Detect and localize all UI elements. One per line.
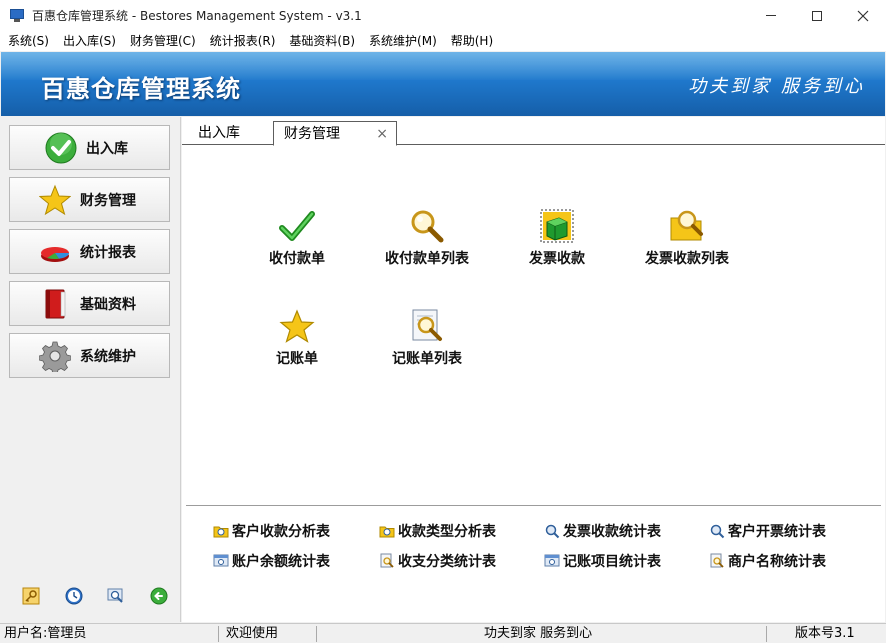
pie-chart-icon	[38, 235, 72, 269]
tab-close-icon[interactable]: ×	[376, 122, 388, 146]
menu-basic-data[interactable]: 基础资料(B)	[282, 31, 362, 51]
status-bar: 用户名:管理员 欢迎使用 功夫到家 服务到心 版本号3.1	[0, 623, 886, 643]
tab-finance[interactable]: 财务管理 ×	[273, 121, 397, 146]
tab-finance-label: 财务管理	[284, 126, 340, 142]
menu-help[interactable]: 帮助(H)	[444, 31, 500, 51]
report-customer-receipt-analysis[interactable]: 客户收款分析表	[213, 521, 330, 541]
feature-label: 记账单	[276, 351, 318, 367]
window-title: 百惠仓库管理系统 - Bestores Management System - …	[32, 9, 362, 23]
key-icon[interactable]	[22, 587, 40, 605]
menu-finance[interactable]: 财务管理(C)	[123, 31, 203, 51]
report-account-balance-stats[interactable]: 账户余额统计表	[213, 551, 330, 571]
sidebar-item-basic-data[interactable]: 基础资料	[9, 281, 170, 326]
banner-slogan: 功夫到家 服务到心	[688, 76, 865, 97]
sidebar-item-label: 出入库	[86, 140, 128, 157]
sidebar-item-finance[interactable]: 财务管理	[9, 177, 170, 222]
feature-receipt-payment-list[interactable]: 收付款单列表	[372, 206, 482, 268]
green-cube-icon	[537, 206, 577, 246]
red-book-icon	[38, 287, 72, 321]
star-icon	[277, 306, 317, 346]
menu-reports[interactable]: 统计报表(R)	[203, 31, 283, 51]
feature-label: 记账单列表	[392, 351, 462, 367]
menu-system[interactable]: 系统(S)	[0, 31, 56, 51]
feature-journal-list[interactable]: 记账单列表	[372, 306, 482, 368]
window-search-icon	[213, 553, 229, 569]
menu-bar: 系统(S) 出入库(S) 财务管理(C) 统计报表(R) 基础资料(B) 系统维…	[0, 31, 886, 51]
report-customer-invoicing-stats[interactable]: 客户开票统计表	[709, 521, 826, 541]
document-search-icon	[407, 306, 447, 346]
report-journal-item-stats[interactable]: 记账项目统计表	[544, 551, 661, 571]
folder-search-icon	[379, 523, 395, 539]
sidebar-item-reports[interactable]: 统计报表	[9, 229, 170, 274]
tab-inout[interactable]: 出入库	[198, 121, 240, 146]
star-icon	[38, 183, 72, 217]
sidebar-item-label: 统计报表	[80, 244, 136, 261]
document-search-icon	[379, 553, 395, 569]
sidebar-item-inout[interactable]: 出入库	[9, 125, 170, 170]
green-back-arrow-icon[interactable]	[150, 587, 168, 605]
maximize-icon[interactable]	[794, 0, 840, 31]
minimize-icon[interactable]	[748, 0, 794, 31]
report-receipt-type-analysis[interactable]: 收款类型分析表	[379, 521, 496, 541]
report-income-expense-category-stats[interactable]: 收支分类统计表	[379, 551, 496, 571]
magnifier-icon	[709, 523, 725, 539]
status-version: 版本号3.1	[795, 626, 855, 641]
green-check-icon	[44, 131, 78, 165]
sidebar-item-label: 基础资料	[80, 296, 136, 313]
feature-label: 发票收款列表	[645, 251, 729, 267]
feature-receipt-payment[interactable]: 收付款单	[242, 206, 352, 268]
sidebar-tool-icons	[1, 587, 181, 611]
menu-maintenance[interactable]: 系统维护(M)	[362, 31, 444, 51]
feature-invoice-receipt-list[interactable]: 发票收款列表	[632, 206, 742, 268]
banner-title: 百惠仓库管理系统	[41, 75, 241, 103]
feature-label: 发票收款	[529, 251, 585, 267]
sidebar-item-maintenance[interactable]: 系统维护	[9, 333, 170, 378]
status-user: 用户名:管理员	[4, 626, 87, 641]
close-icon[interactable]	[840, 0, 886, 31]
clock-icon[interactable]	[65, 587, 83, 605]
window-search-icon	[544, 553, 560, 569]
green-check-icon	[277, 206, 317, 246]
reports-panel: 客户收款分析表 收款类型分析表 发票收款统计表 客户开票统计表 账户余额统计表	[186, 505, 881, 618]
magnifier-icon	[407, 206, 447, 246]
gear-icon	[38, 339, 72, 373]
app-monitor-icon	[10, 8, 24, 23]
main-content: 出入库 财务管理 × 收付款单 收付款单列表 发票收款 发票收款列表 记账单 记…	[182, 117, 885, 622]
magnifier-icon[interactable]	[107, 587, 125, 605]
magnifier-icon	[544, 523, 560, 539]
folder-search-icon	[213, 523, 229, 539]
title-bar: 百惠仓库管理系统 - Bestores Management System - …	[0, 0, 886, 31]
feature-journal[interactable]: 记账单	[242, 306, 352, 368]
tab-strip: 出入库 财务管理 ×	[182, 117, 885, 146]
status-welcome: 欢迎使用	[226, 626, 279, 641]
feature-invoice-receipt[interactable]: 发票收款	[502, 206, 612, 268]
menu-inout[interactable]: 出入库(S)	[56, 31, 123, 51]
folder-search-icon	[667, 206, 707, 246]
feature-label: 收付款单	[269, 251, 325, 267]
sidebar-item-label: 财务管理	[80, 192, 136, 209]
document-search-icon	[709, 553, 725, 569]
status-slogan: 功夫到家 服务到心	[484, 626, 593, 641]
sidebar-item-label: 系统维护	[80, 348, 136, 365]
report-merchant-name-stats[interactable]: 商户名称统计表	[709, 551, 826, 571]
feature-label: 收付款单列表	[385, 251, 469, 267]
header-banner: 百惠仓库管理系统 功夫到家 服务到心	[1, 52, 885, 116]
sidebar: 出入库 财务管理 统计报表 基础资料 系统维护	[1, 117, 181, 622]
report-invoice-receipt-stats[interactable]: 发票收款统计表	[544, 521, 661, 541]
